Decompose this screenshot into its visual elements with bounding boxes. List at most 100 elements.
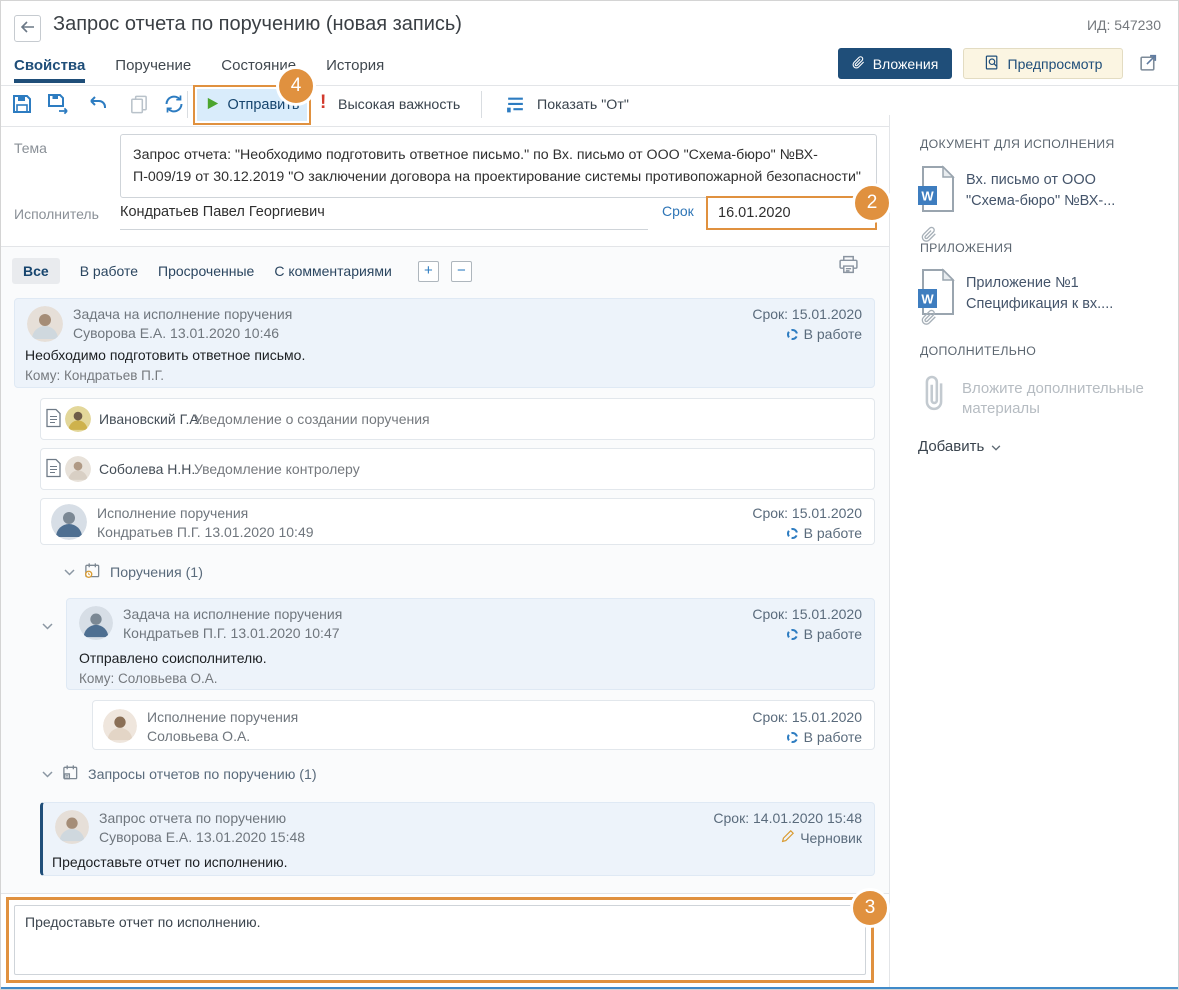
card-status: Черновик <box>800 830 862 846</box>
card-deadline: Срок: 15.01.2020 <box>752 505 862 521</box>
tab-history[interactable]: История <box>326 57 384 83</box>
attachments-label: Вложения <box>873 56 939 72</box>
record-id: ИД: 547230 <box>1087 17 1161 33</box>
toolbar-separator-2 <box>481 91 482 118</box>
card-status-block: Срок: 14.01.2020 15:48 Черновик <box>713 810 862 846</box>
card-body: Предоставьте отчет по исполнению. <box>52 854 287 870</box>
task-timeline: Все В работе Просроченные С комментариям… <box>0 247 889 893</box>
subject-input[interactable]: Запрос отчета: "Необходимо подготовить о… <box>120 134 877 198</box>
save-icon[interactable] <box>10 92 34 116</box>
toolbar-separator <box>187 91 188 118</box>
notice-text: Уведомление контролеру <box>194 461 360 477</box>
show-from-icon[interactable] <box>503 92 527 116</box>
tab-assignment[interactable]: Поручение <box>115 57 191 83</box>
notice-doc-icon <box>46 408 61 431</box>
print-icon[interactable] <box>838 255 859 277</box>
open-in-window-icon[interactable] <box>1136 52 1160 76</box>
attachments-section-header: ПРИЛОЖЕНИЯ <box>920 241 1012 255</box>
in-progress-icon <box>787 528 798 539</box>
notice-row[interactable]: Соболева Н.Н. Уведомление контролеру <box>40 448 875 490</box>
card-deadline: Срок: 14.01.2020 15:48 <box>713 810 862 826</box>
subtask-card[interactable]: Задача на исполнение поручения Кондратье… <box>66 598 875 690</box>
task-card[interactable]: Задача на исполнение поручения Суворова … <box>14 298 875 388</box>
avatar <box>103 709 137 743</box>
card-status-block: Срок: 15.01.2020 В работе <box>752 606 862 642</box>
undo-icon[interactable] <box>86 92 110 116</box>
chevron-down-icon[interactable] <box>42 623 53 630</box>
card-recipient: Кому: Соловьева О.А. <box>79 671 218 686</box>
notice-row[interactable]: Ивановский Г.А. Уведомление о создании п… <box>40 398 875 440</box>
card-title: Задача на исполнение поручения <box>73 306 292 322</box>
chevron-down-icon <box>991 438 1001 455</box>
filter-with-comments[interactable]: С комментариями <box>274 258 392 284</box>
preview-doc-icon <box>984 54 1000 74</box>
card-body: Отправлено соисполнителю. <box>79 650 267 666</box>
copy-icon[interactable] <box>126 92 150 116</box>
document-section-header: ДОКУМЕНТ ДЛЯ ИСПОЛНЕНИЯ <box>920 137 1115 151</box>
execution-card[interactable]: Исполнение поручения Кондратьев П.Г. 13.… <box>40 498 875 545</box>
in-progress-icon <box>787 629 798 640</box>
avatar <box>65 406 91 432</box>
in-progress-icon <box>787 732 798 743</box>
card-author: Кондратьев П.Г. 13.01.2020 10:47 <box>123 625 340 641</box>
group-label: Поручения (1) <box>110 565 203 581</box>
filter-overdue[interactable]: Просроченные <box>158 258 254 284</box>
attachments-button[interactable]: Вложения <box>838 48 952 79</box>
collapse-all-button[interactable]: − <box>451 261 472 282</box>
save-and-close-icon[interactable] <box>46 92 70 116</box>
filter-in-progress[interactable]: В работе <box>80 258 138 284</box>
card-status: В работе <box>804 729 862 745</box>
comment-divider <box>0 893 889 894</box>
expand-all-button[interactable]: + <box>418 261 439 282</box>
card-recipient: Кому: Кондратьев П.Г. <box>25 368 164 383</box>
play-icon <box>205 96 220 115</box>
card-author: Соловьева О.А. <box>147 728 250 744</box>
avatar <box>27 306 63 342</box>
callout-badge-2: 2 <box>852 183 892 223</box>
draft-pencil-icon <box>781 830 794 846</box>
calendar-report-icon <box>62 764 79 785</box>
app-window: { "header": { "title": "Запрос отчета по… <box>0 0 1179 990</box>
refresh-icon[interactable] <box>162 92 186 116</box>
comment-input[interactable]: Предоставьте отчет по исполнению. <box>14 905 866 975</box>
card-status-block: Срок: 15.01.2020 В работе <box>752 306 862 342</box>
card-title: Исполнение поручения <box>97 505 248 521</box>
subject-label: Тема <box>14 140 47 156</box>
group-assignments[interactable]: Поручения (1) <box>64 562 203 583</box>
card-status-block: Срок: 15.01.2020 В работе <box>752 709 862 745</box>
avatar <box>79 606 113 640</box>
page-title: Запрос отчета по поручению (новая запись… <box>53 13 462 36</box>
preview-label: Предпросмотр <box>1008 56 1103 72</box>
group-report-requests[interactable]: Запросы отчетов по поручению (1) <box>42 764 317 785</box>
high-importance-button[interactable]: Высокая важность <box>338 97 460 113</box>
report-request-card[interactable]: Запрос отчета по поручению Суворова Е.А.… <box>40 802 875 876</box>
paperclip-icon-large[interactable] <box>917 372 951 419</box>
back-button[interactable] <box>14 15 41 42</box>
add-button[interactable]: Добавить <box>918 438 1001 455</box>
toolbar-divider <box>0 126 889 127</box>
card-title: Исполнение поручения <box>147 709 298 725</box>
attachment-link[interactable]: Приложение №1 Спецификация к вх.... <box>966 273 1146 315</box>
high-importance-icon: ! <box>320 92 326 114</box>
comment-highlight: Предоставьте отчет по исполнению. <box>6 897 874 983</box>
callout-badge-3: 3 <box>850 888 890 928</box>
notice-author: Ивановский Г.А. <box>99 411 203 427</box>
card-author: Суворова Е.А. 13.01.2020 15:48 <box>99 829 305 845</box>
calendar-clock-icon <box>84 562 101 583</box>
add-label: Добавить <box>918 438 984 455</box>
show-from-button[interactable]: Показать "От" <box>537 97 629 113</box>
preview-button[interactable]: Предпросмотр <box>963 48 1123 79</box>
main-document-link[interactable]: Вх. письмо от ООО "Схема-бюро" №ВХ-... <box>966 170 1146 212</box>
tab-bar: Свойства Поручение Состояние История <box>14 57 384 83</box>
execution-card[interactable]: Исполнение поручения Соловьева О.А. Срок… <box>92 700 875 750</box>
chevron-down-icon[interactable] <box>42 771 53 778</box>
word-document-icon[interactable]: W <box>916 165 956 216</box>
chevron-down-icon[interactable] <box>64 569 75 576</box>
notice-doc-icon <box>46 458 61 481</box>
card-status-block: Срок: 15.01.2020 В работе <box>752 505 862 541</box>
tab-properties[interactable]: Свойства <box>14 57 85 83</box>
assignee-input[interactable]: Кондратьев Павел Георгиевич <box>120 200 648 230</box>
filter-all[interactable]: Все <box>12 258 60 284</box>
group-label: Запросы отчетов по поручению (1) <box>88 767 317 783</box>
extra-section-header: ДОПОЛНИТЕЛЬНО <box>920 344 1036 358</box>
